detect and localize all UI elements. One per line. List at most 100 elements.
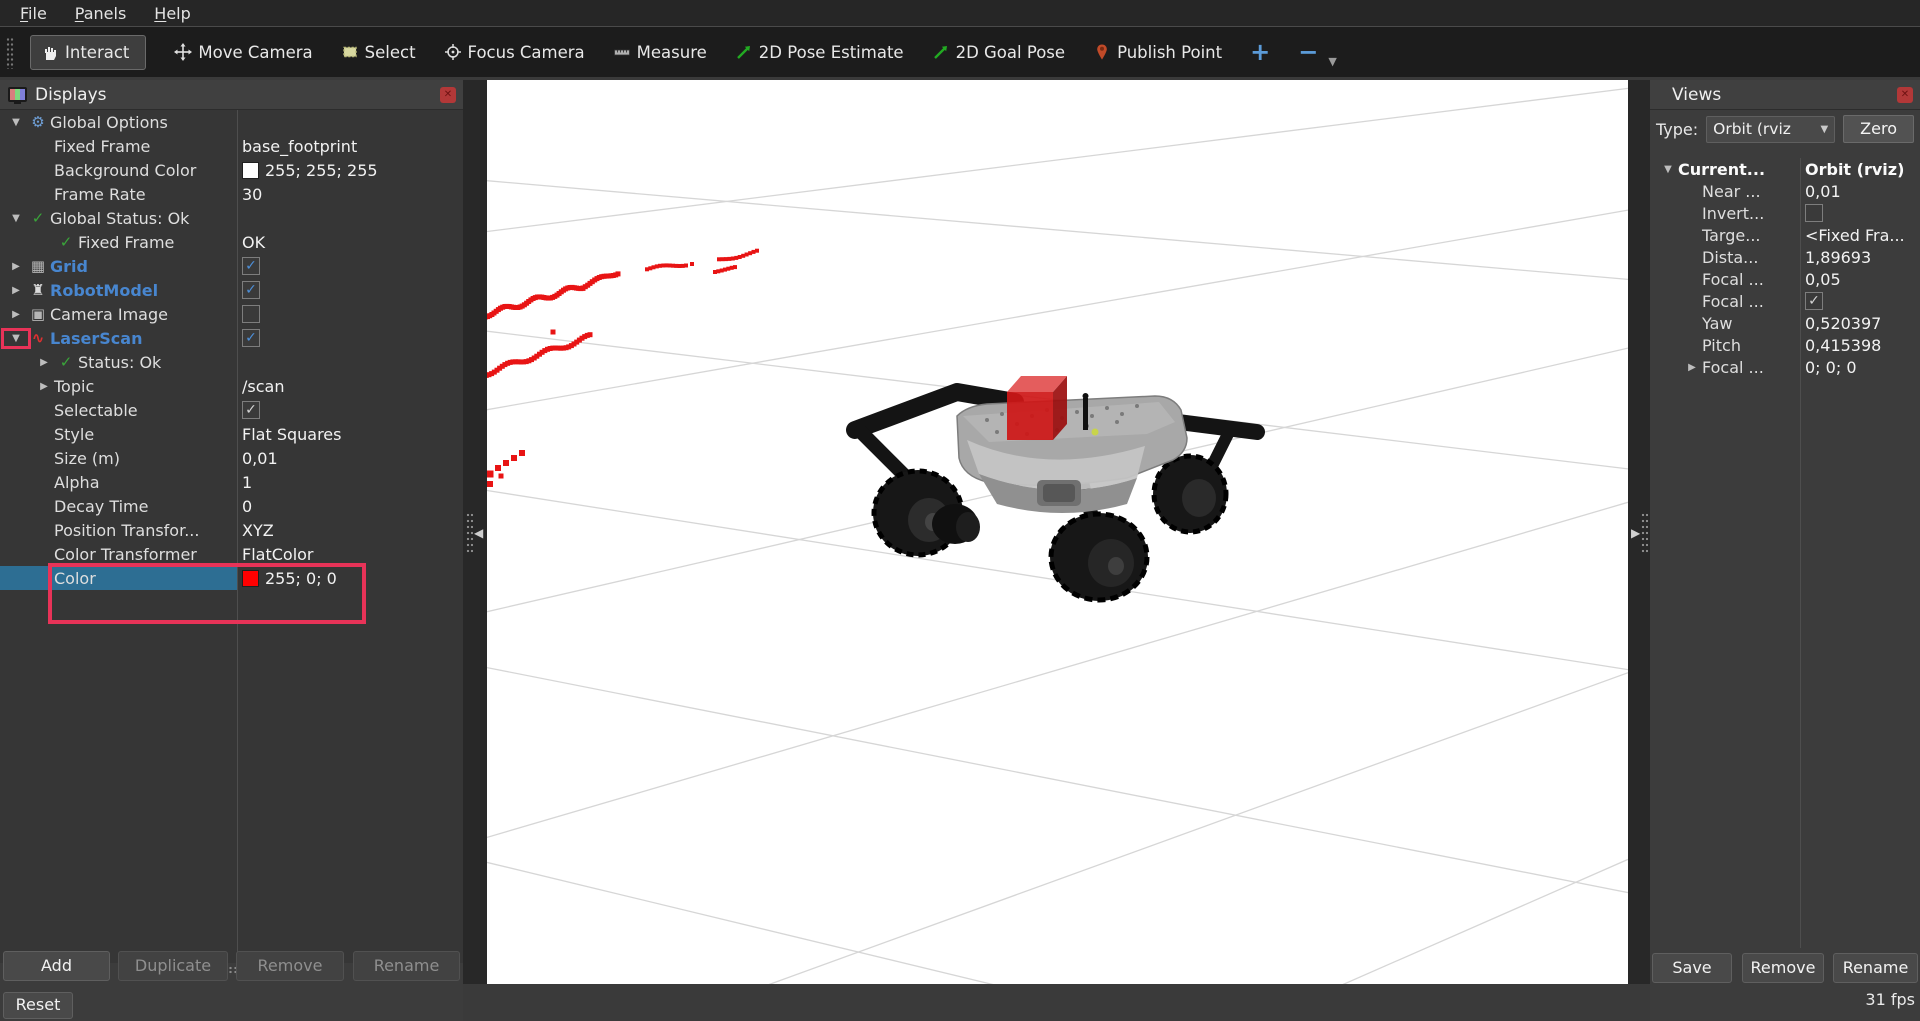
- expand-arrow-icon[interactable]: ▶: [6, 285, 26, 296]
- property-value[interactable]: 0; 0; 0: [1800, 356, 1920, 378]
- property-value[interactable]: [237, 350, 463, 374]
- left-splitter[interactable]: ◀: [463, 80, 487, 984]
- collapse-arrow-icon[interactable]: ▼: [6, 333, 26, 344]
- display-row-selectable[interactable]: Selectable✓: [0, 398, 463, 422]
- chevron-down-icon[interactable]: ▼: [1328, 55, 1336, 68]
- property-value[interactable]: [237, 302, 463, 326]
- property-value[interactable]: 1: [237, 470, 463, 494]
- display-row-global-options[interactable]: ▼⚙Global Options: [0, 110, 463, 134]
- tool-[interactable]: +: [1250, 38, 1270, 66]
- view-row-near[interactable]: Near ...0,01: [1650, 180, 1920, 202]
- zero-button[interactable]: Zero: [1843, 115, 1914, 143]
- property-value[interactable]: OK: [237, 230, 463, 254]
- display-row-global-status-ok[interactable]: ▼✓Global Status: Ok: [0, 206, 463, 230]
- display-row-color[interactable]: Color255; 0; 0: [0, 566, 463, 590]
- reset-button[interactable]: Reset: [3, 992, 73, 1019]
- property-value[interactable]: 0,01: [1800, 180, 1920, 202]
- close-icon[interactable]: ✕: [440, 87, 456, 103]
- right-splitter[interactable]: ▶: [1628, 80, 1650, 984]
- property-value[interactable]: ✓: [237, 278, 463, 302]
- property-value[interactable]: ✓: [1800, 290, 1920, 312]
- property-value[interactable]: 0,01: [237, 446, 463, 470]
- display-row-style[interactable]: StyleFlat Squares: [0, 422, 463, 446]
- collapse-arrow-icon[interactable]: ▼: [6, 213, 26, 224]
- display-row-status-ok[interactable]: ▶✓Status: Ok: [0, 350, 463, 374]
- display-row-size-m[interactable]: Size (m)0,01: [0, 446, 463, 470]
- view-row-current[interactable]: ▼Current...Orbit (rviz): [1650, 158, 1920, 180]
- menu-file[interactable]: File: [6, 0, 61, 26]
- property-value[interactable]: XYZ: [237, 518, 463, 542]
- close-icon[interactable]: ✕: [1897, 87, 1913, 103]
- tool-2d-pose-estimate[interactable]: 2D Pose Estimate: [735, 43, 904, 62]
- property-value[interactable]: 0,415398: [1800, 334, 1920, 356]
- display-row-robotmodel[interactable]: ▶♜RobotModel✓: [0, 278, 463, 302]
- view-row-pitch[interactable]: Pitch0,415398: [1650, 334, 1920, 356]
- view-row-focal[interactable]: ▶Focal ...0; 0; 0: [1650, 356, 1920, 378]
- tool-interact[interactable]: Interact: [30, 35, 146, 70]
- display-row-fixed-frame[interactable]: Fixed Framebase_footprint: [0, 134, 463, 158]
- checkbox[interactable]: ✓: [242, 257, 260, 275]
- menu-help[interactable]: Help: [140, 0, 204, 26]
- checkbox[interactable]: [1805, 204, 1823, 222]
- tool-focus-camera[interactable]: Focus Camera: [444, 43, 585, 62]
- property-value[interactable]: 0,05: [1800, 268, 1920, 290]
- tool-publish-point[interactable]: Publish Point: [1093, 43, 1222, 62]
- property-value[interactable]: ✓: [237, 326, 463, 350]
- display-row-background-color[interactable]: Background Color255; 255; 255: [0, 158, 463, 182]
- property-value[interactable]: ✓: [237, 398, 463, 422]
- view-row-focal[interactable]: Focal ...✓: [1650, 290, 1920, 312]
- view-row-invert[interactable]: Invert...: [1650, 202, 1920, 224]
- view-row-targe[interactable]: Targe...<Fixed Fra...: [1650, 224, 1920, 246]
- property-value[interactable]: 0: [237, 494, 463, 518]
- collapse-arrow-icon[interactable]: ▼: [6, 117, 26, 128]
- property-value[interactable]: FlatColor: [237, 542, 463, 566]
- tool-2d-goal-pose[interactable]: 2D Goal Pose: [932, 43, 1065, 62]
- display-row-fixed-frame[interactable]: ✓Fixed FrameOK: [0, 230, 463, 254]
- render-viewport-3d[interactable]: [487, 80, 1628, 984]
- collapse-arrow-icon[interactable]: ▼: [1658, 164, 1678, 175]
- property-value[interactable]: Flat Squares: [237, 422, 463, 446]
- view-row-dista[interactable]: Dista...1,89693: [1650, 246, 1920, 268]
- collapse-left-icon[interactable]: ◀: [474, 526, 483, 540]
- tool-[interactable]: −▼: [1298, 38, 1333, 66]
- property-value[interactable]: [237, 110, 463, 134]
- checkbox[interactable]: ✓: [1805, 292, 1823, 310]
- view-row-focal[interactable]: Focal ...0,05: [1650, 268, 1920, 290]
- display-row-alpha[interactable]: Alpha1: [0, 470, 463, 494]
- display-row-laserscan[interactable]: ▼∿LaserScan✓: [0, 326, 463, 350]
- save-button[interactable]: Save: [1652, 953, 1732, 983]
- property-value[interactable]: [237, 206, 463, 230]
- display-row-color-transformer[interactable]: Color TransformerFlatColor: [0, 542, 463, 566]
- checkbox[interactable]: [242, 305, 260, 323]
- display-row-decay-time[interactable]: Decay Time0: [0, 494, 463, 518]
- tool-select[interactable]: Select: [341, 43, 416, 62]
- property-value[interactable]: [1800, 202, 1920, 224]
- rename-button[interactable]: Rename: [1833, 953, 1918, 983]
- expand-arrow-icon[interactable]: ▶: [1682, 362, 1702, 373]
- property-value[interactable]: /scan: [237, 374, 463, 398]
- tool-move-camera[interactable]: Move Camera: [174, 43, 312, 62]
- property-value[interactable]: 30: [237, 182, 463, 206]
- property-value[interactable]: ✓: [237, 254, 463, 278]
- display-row-frame-rate[interactable]: Frame Rate30: [0, 182, 463, 206]
- menu-panels[interactable]: Panels: [61, 0, 141, 26]
- property-value[interactable]: Orbit (rviz): [1800, 158, 1920, 180]
- checkbox[interactable]: ✓: [242, 329, 260, 347]
- property-value[interactable]: <Fixed Fra...: [1800, 224, 1920, 246]
- property-value[interactable]: 1,89693: [1800, 246, 1920, 268]
- remove-button[interactable]: Remove: [1742, 953, 1824, 983]
- property-value[interactable]: base_footprint: [237, 134, 463, 158]
- toolbar-grip-handle[interactable]: [6, 37, 14, 69]
- expand-arrow-icon[interactable]: ▶: [6, 309, 26, 320]
- collapse-right-icon[interactable]: ▶: [1631, 526, 1640, 540]
- view-type-dropdown[interactable]: Orbit (rviz ▼: [1706, 116, 1835, 143]
- property-value[interactable]: 255; 0; 0: [237, 566, 463, 590]
- add-button[interactable]: Add: [3, 951, 110, 981]
- view-row-yaw[interactable]: Yaw0,520397: [1650, 312, 1920, 334]
- property-value[interactable]: 255; 255; 255: [237, 158, 463, 182]
- display-row-grid[interactable]: ▶▦Grid✓: [0, 254, 463, 278]
- property-value[interactable]: 0,520397: [1800, 312, 1920, 334]
- display-row-camera-image[interactable]: ▶▣Camera Image: [0, 302, 463, 326]
- checkbox[interactable]: ✓: [242, 401, 260, 419]
- expand-arrow-icon[interactable]: ▶: [6, 261, 26, 272]
